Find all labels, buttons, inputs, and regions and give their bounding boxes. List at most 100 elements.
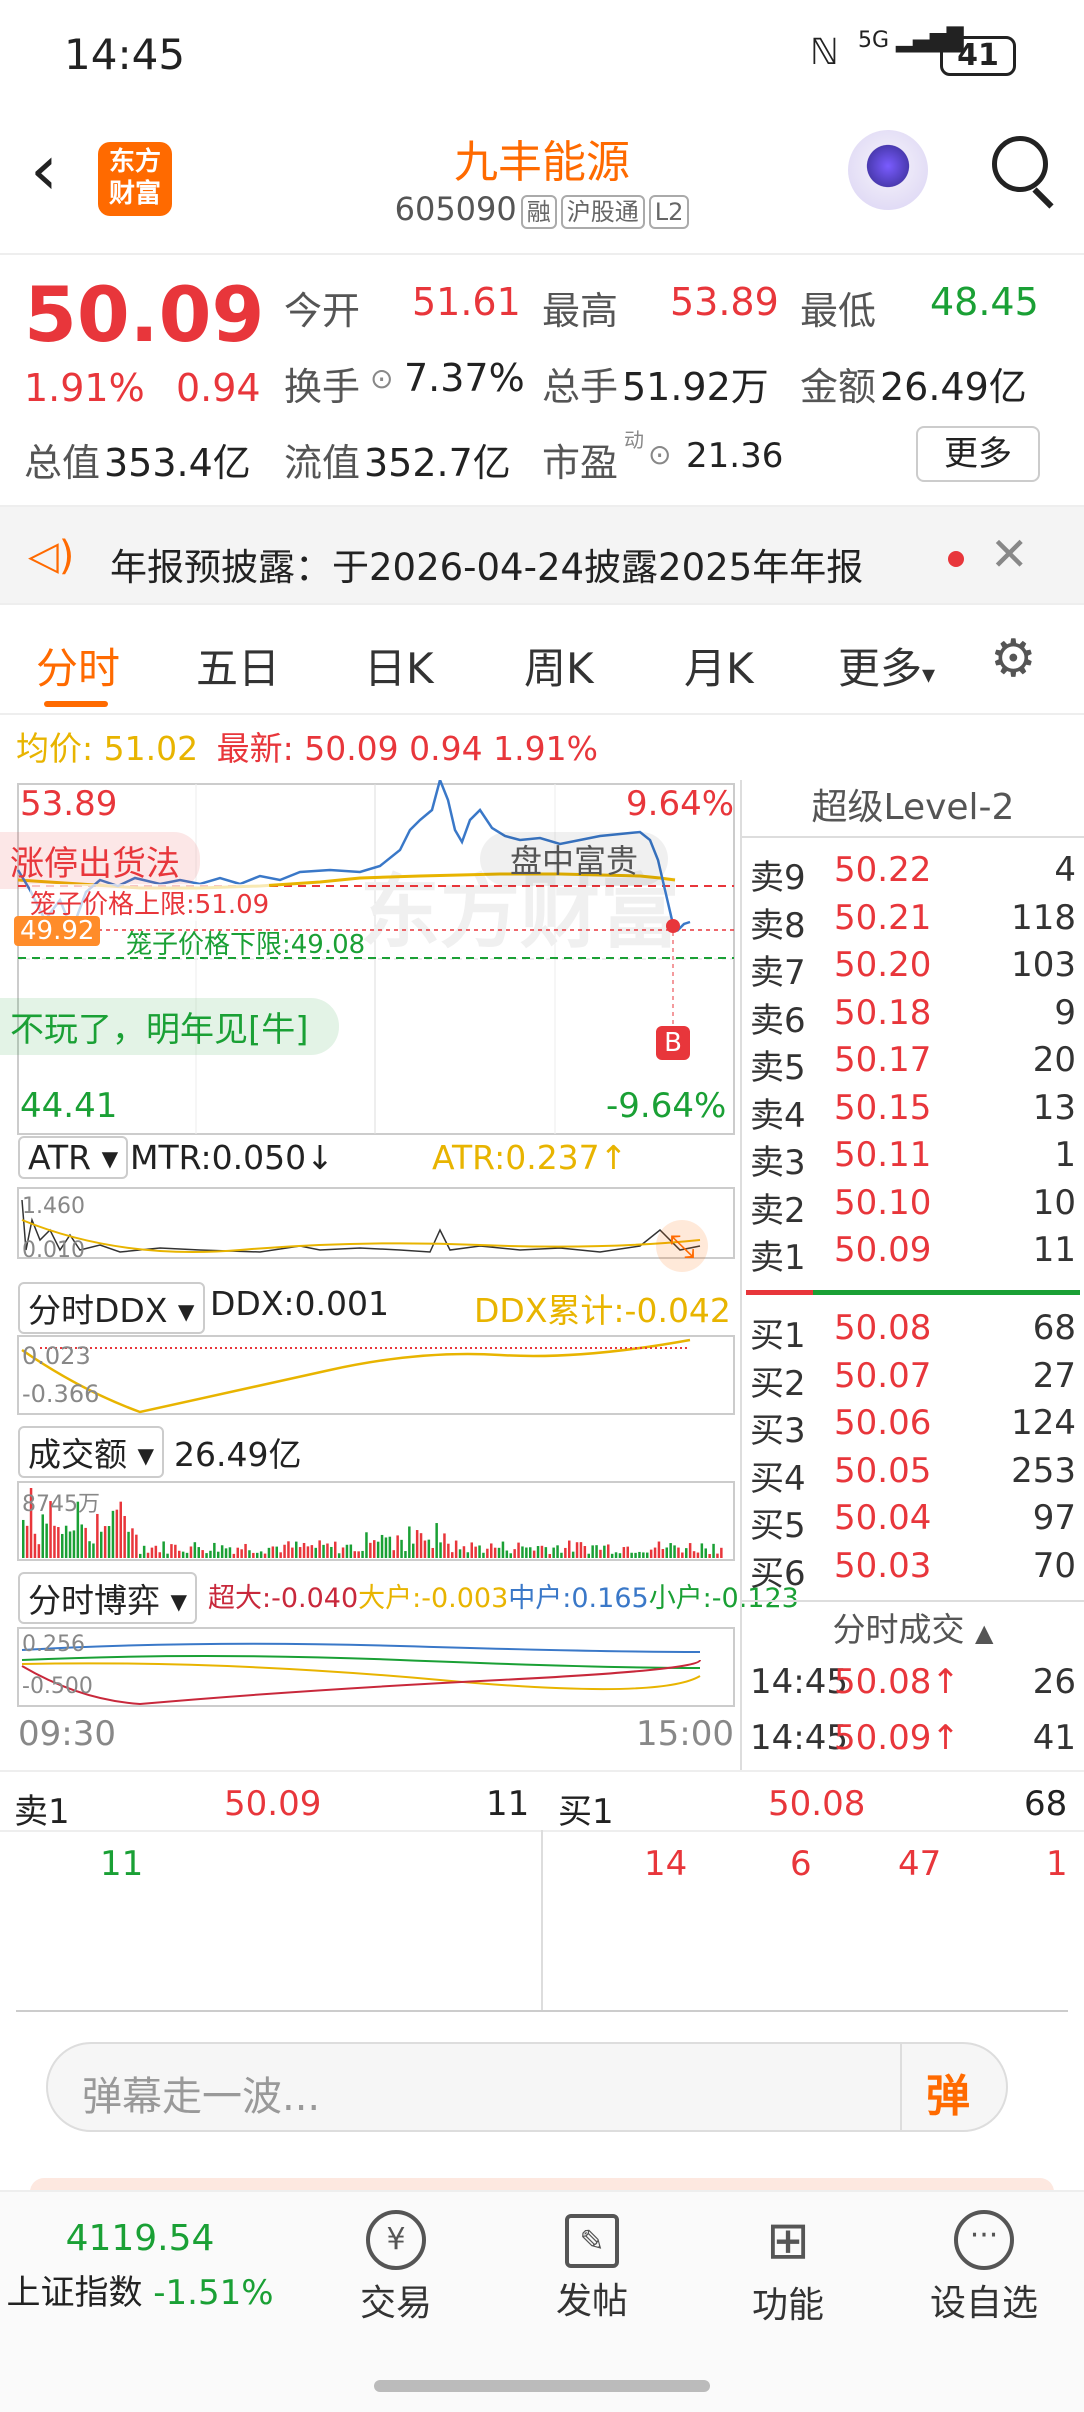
intraday-chart-panel[interactable]: 东方财富 53.89 9.64% 44.41 -9.64% 盘中富贵 涨停出货法	[0, 776, 799, 1770]
tick-ask-label: 卖1	[14, 1792, 70, 1832]
gear-icon[interactable]: ⚙	[990, 629, 1037, 689]
tab-monthly-k[interactable]: 月K	[684, 635, 754, 696]
volume-bar	[688, 1543, 692, 1558]
volume-bar	[661, 1548, 665, 1558]
ask-row[interactable]: 卖5 50.17 20	[742, 1040, 1082, 1088]
bid-row[interactable]: 买2 50.07 27	[742, 1356, 1082, 1404]
atr-top: 1.460	[22, 1194, 85, 1219]
tab-weekly-k[interactable]: 周K	[524, 635, 594, 696]
back-icon[interactable]: ‹	[30, 135, 58, 205]
info-icon[interactable]: ⊙	[370, 362, 393, 395]
volume-bar	[404, 1551, 407, 1558]
volume-top: 8745万	[22, 1492, 100, 1517]
turnover-value: 7.37%	[404, 356, 525, 400]
volume-bar	[579, 1542, 583, 1558]
volume-bar	[447, 1543, 450, 1558]
bid-row[interactable]: 买1 50.08 68	[742, 1308, 1082, 1356]
trade-qty: 41	[1032, 1718, 1076, 1758]
volume-bar	[84, 1527, 87, 1558]
volume-selector[interactable]: 成交额 ▾	[18, 1426, 165, 1478]
danmu-send-button[interactable]: 弹	[926, 2060, 970, 2124]
ask-qty: 1	[1054, 1135, 1076, 1175]
nav-post[interactable]: ✎ 发帖	[512, 2210, 672, 2324]
tab-more[interactable]: 更多▾	[838, 635, 935, 696]
cage-lower-label: 笼子价格下限:49.08	[126, 930, 366, 960]
volume-bar	[497, 1547, 501, 1558]
volume-bar	[22, 1519, 25, 1558]
volume-bar	[224, 1548, 228, 1558]
index-ticker[interactable]: 4119.54 上证指数 -1.51%	[0, 2218, 280, 2314]
volume-bar	[154, 1545, 158, 1558]
mid-investor-line	[21, 1642, 701, 1653]
sort-up-icon: ▲	[975, 1619, 994, 1647]
nav-function[interactable]: ⊞ 功能	[708, 2210, 868, 2328]
level2-panel: 超级Level-2 卖9 50.22 4 卖8 50.21 118 卖7 50.20 103 卖6…	[740, 780, 1084, 1770]
level2-title[interactable]: 超级Level-2	[742, 780, 1084, 838]
volume-bar	[80, 1524, 83, 1558]
chevron-down-icon: ▾	[922, 660, 936, 690]
volume-bar	[478, 1545, 481, 1558]
ask-price: 50.18	[834, 992, 932, 1033]
nav-watchlist[interactable]: ··· 设自选	[904, 2210, 1064, 2326]
ask-row[interactable]: 卖1 50.09 11	[742, 1230, 1082, 1278]
more-button[interactable]: 更多	[916, 426, 1040, 482]
stock-title-block[interactable]: 九丰能源 605090 融沪股通 L2	[340, 126, 744, 229]
ddx-sum: DDX累计:-0.042	[474, 1291, 731, 1330]
home-indicator[interactable]	[374, 2380, 710, 2392]
ask-row[interactable]: 卖7 50.20 103	[742, 945, 1082, 993]
ask-queue-item: 11	[100, 1844, 144, 1884]
volume-bar	[638, 1551, 641, 1558]
volume-bar	[341, 1547, 345, 1558]
atr-selector[interactable]: ATR ▾	[18, 1136, 129, 1179]
search-icon[interactable]	[992, 136, 1048, 192]
tab-intraday[interactable]: 分时	[36, 635, 120, 696]
close-icon[interactable]: ✕	[990, 527, 1029, 581]
volume-bar	[513, 1549, 516, 1558]
volume-bar	[259, 1551, 263, 1558]
bid-row[interactable]: 买4 50.05 253	[742, 1451, 1082, 1499]
pe-info-icon[interactable]: ⊙	[648, 438, 671, 471]
ask-row[interactable]: 卖8 50.21 118	[742, 898, 1082, 946]
bid-row[interactable]: 买6 50.03 70	[742, 1546, 1082, 1594]
ask-row[interactable]: 卖6 50.18 9	[742, 992, 1082, 1041]
tick-bid-label: 买1	[558, 1792, 614, 1832]
volume-label: 总手	[542, 365, 619, 409]
trades-title[interactable]: 分时成交 ▲	[742, 1602, 1084, 1661]
volume-bar	[127, 1531, 130, 1558]
nav-trade[interactable]: ¥ 交易	[316, 2210, 476, 2326]
pe-label: 市盈	[542, 441, 619, 485]
trade-row[interactable]: 14:45 50.08↑ 26	[742, 1662, 1082, 1708]
volume-bar	[665, 1547, 668, 1558]
ddx-selector[interactable]: 分时DDX ▾	[18, 1282, 205, 1334]
expand-icon[interactable]: ⤡	[656, 1220, 708, 1272]
volume-bar	[548, 1553, 551, 1558]
trade-row[interactable]: 14:45 50.09↑ 41	[742, 1718, 1082, 1764]
volume-bar	[591, 1545, 594, 1558]
tab-daily-k[interactable]: 日K	[364, 635, 434, 696]
bid-row[interactable]: 买5 50.04 97	[742, 1498, 1082, 1546]
app-logo: 东方 财富	[98, 142, 172, 216]
price-tag: 49.92	[14, 916, 101, 946]
ask-row[interactable]: 卖4 50.15 13	[742, 1088, 1082, 1136]
bid-label: 买3	[750, 1411, 806, 1451]
ask-price: 50.10	[834, 1182, 932, 1223]
robot-assistant-icon[interactable]	[848, 130, 928, 210]
volume-bar	[630, 1552, 633, 1558]
volume-bar	[232, 1553, 236, 1558]
bid-queue-item: 6	[790, 1844, 812, 1884]
game-selector[interactable]: 分时博弈 ▾	[18, 1572, 198, 1624]
ask-row[interactable]: 卖3 50.11 1	[742, 1135, 1082, 1183]
volume-bar	[384, 1537, 388, 1558]
buy-marker[interactable]: B	[656, 1026, 690, 1060]
volume-bar	[415, 1530, 419, 1558]
ask-row[interactable]: 卖9 50.22 4	[742, 850, 1082, 898]
danmu-input[interactable]: 弹幕走一波... 弹	[46, 2042, 1008, 2132]
bid-row[interactable]: 买3 50.06 124	[742, 1403, 1082, 1451]
trade-price: 50.08↑	[834, 1662, 960, 1702]
open-label: 今开	[284, 289, 361, 333]
notice-bar[interactable]: ◁) 年报预披露：于2026-04-24披露2025年年报 ✕	[0, 505, 1084, 605]
tab-5day[interactable]: 五日	[196, 635, 280, 696]
volume-bar	[669, 1543, 672, 1558]
volume-bar	[634, 1552, 637, 1558]
ask-row[interactable]: 卖2 50.10 10	[742, 1182, 1082, 1231]
